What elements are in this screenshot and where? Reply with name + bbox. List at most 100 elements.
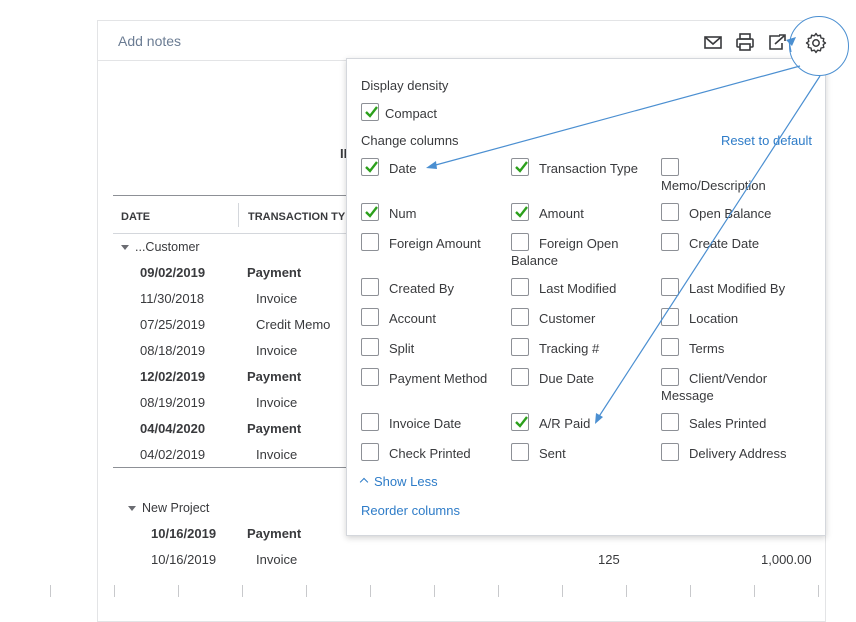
column-label: Delivery Address: [689, 446, 787, 461]
row-type[interactable]: Credit Memo: [256, 317, 330, 332]
column-label: Foreign Open: [539, 236, 619, 251]
row-type[interactable]: Invoice: [256, 291, 297, 306]
column-checkbox[interactable]: [511, 443, 529, 461]
row-date: 10/16/2019: [151, 552, 217, 567]
row-num: 125: [598, 552, 620, 567]
chevron-up-icon: [359, 477, 369, 487]
column-label: Transaction Type: [539, 161, 638, 176]
column-checkbox[interactable]: [511, 203, 529, 221]
column-label: Location: [689, 311, 739, 326]
row-type[interactable]: Payment: [247, 421, 301, 436]
column-checkbox[interactable]: [511, 233, 529, 251]
email-icon[interactable]: [702, 31, 724, 53]
compact-label: Compact: [385, 106, 438, 121]
column-checkbox[interactable]: [361, 203, 379, 221]
column-checkbox[interactable]: [511, 413, 529, 431]
column-label: Terms: [689, 341, 725, 356]
row-type[interactable]: Invoice: [256, 395, 297, 410]
row-type[interactable]: Payment: [247, 265, 301, 280]
column-label: Due Date: [539, 371, 594, 386]
column-checkbox[interactable]: [361, 158, 379, 176]
row-date: 10/16/2019: [151, 526, 217, 541]
column-checkbox[interactable]: [661, 278, 679, 296]
column-label: Date: [389, 161, 417, 176]
group-name: New Project: [142, 501, 210, 515]
row-date: 11/30/2018: [140, 291, 205, 306]
group-divider: [113, 467, 348, 468]
report-toolbar: Add notes: [98, 21, 825, 61]
group-toggle-customer[interactable]: ...Customer: [121, 240, 200, 254]
row-date: 09/02/2019: [140, 265, 206, 280]
column-label: Sales Printed: [689, 416, 767, 431]
column-checkbox[interactable]: [511, 308, 529, 326]
show-less-link[interactable]: Show Less: [359, 474, 438, 489]
column-checkbox[interactable]: [661, 233, 679, 251]
column-checkbox[interactable]: [661, 368, 679, 386]
column-label: Check Printed: [389, 446, 471, 461]
column-checkbox[interactable]: [661, 203, 679, 221]
bottom-column-guides: [0, 585, 856, 597]
column-checkbox[interactable]: [661, 158, 679, 176]
reorder-columns-link[interactable]: Reorder columns: [361, 503, 460, 518]
row-date: 08/19/2019: [140, 395, 206, 410]
column-label: Client/Vendor: [689, 371, 768, 386]
column-checkbox[interactable]: [361, 338, 379, 356]
column-checkbox[interactable]: [511, 368, 529, 386]
column-checkbox[interactable]: [361, 443, 379, 461]
row-date: 04/02/2019: [140, 447, 206, 462]
report-settings-panel: Display density Compact Change columns R…: [346, 58, 826, 536]
group-name: ...Customer: [135, 240, 200, 254]
compact-checkbox[interactable]: [361, 103, 379, 121]
change-columns-title: Change columns: [361, 133, 459, 148]
column-checkbox[interactable]: [361, 278, 379, 296]
column-checkbox[interactable]: [511, 158, 529, 176]
column-label: Last Modified By: [689, 281, 786, 296]
column-label: Memo/Description: [661, 178, 766, 193]
column-checkbox[interactable]: [661, 308, 679, 326]
column-checkbox[interactable]: [661, 443, 679, 461]
column-label: Account: [389, 311, 436, 326]
column-label: Created By: [389, 281, 455, 296]
column-label: Last Modified: [539, 281, 617, 296]
column-checkbox[interactable]: [361, 368, 379, 386]
row-type[interactable]: Invoice: [256, 343, 297, 358]
column-label: A/R Paid: [539, 416, 591, 431]
column-checkbox[interactable]: [361, 308, 379, 326]
column-label: Invoice Date: [389, 416, 462, 431]
column-label: Open Balance: [689, 206, 772, 221]
print-icon[interactable]: [734, 31, 756, 53]
row-type[interactable]: Invoice: [256, 447, 297, 462]
column-checkbox[interactable]: [511, 278, 529, 296]
column-label: Foreign Amount: [389, 236, 481, 251]
row-type[interactable]: Payment: [247, 526, 301, 541]
column-checkbox[interactable]: [661, 338, 679, 356]
column-checkbox[interactable]: [511, 338, 529, 356]
column-checkbox[interactable]: [361, 233, 379, 251]
column-label: Split: [389, 341, 415, 356]
gear-icon[interactable]: [804, 31, 828, 55]
row-type[interactable]: Payment: [247, 369, 301, 384]
row-date: 12/02/2019: [140, 369, 206, 384]
column-label: Amount: [539, 206, 584, 221]
reset-to-default-link[interactable]: Reset to default: [721, 133, 812, 148]
row-amount: 1,000.00: [761, 552, 812, 567]
column-checkbox[interactable]: [661, 413, 679, 431]
column-label: Customer: [539, 311, 596, 326]
show-less-label: Show Less: [374, 474, 438, 489]
column-label: Create Date: [689, 236, 760, 251]
column-header-date[interactable]: DATE: [121, 211, 150, 223]
column-label: Payment Method: [389, 371, 488, 386]
row-type[interactable]: Invoice: [256, 552, 297, 567]
caret-down-icon: [128, 506, 136, 512]
row-date: 04/04/2020: [140, 421, 206, 436]
column-label: Sent: [539, 446, 566, 461]
column-header-transaction-type[interactable]: TRANSACTION TY: [248, 211, 345, 223]
row-date: 07/25/2019: [140, 317, 206, 332]
row-date: 08/18/2019: [140, 343, 206, 358]
column-label: Num: [389, 206, 417, 221]
column-checkbox[interactable]: [361, 413, 379, 431]
caret-down-icon: [121, 245, 129, 251]
group-toggle-new-project[interactable]: New Project: [128, 501, 209, 515]
export-icon[interactable]: [766, 31, 788, 53]
add-notes-link[interactable]: Add notes: [118, 33, 181, 49]
